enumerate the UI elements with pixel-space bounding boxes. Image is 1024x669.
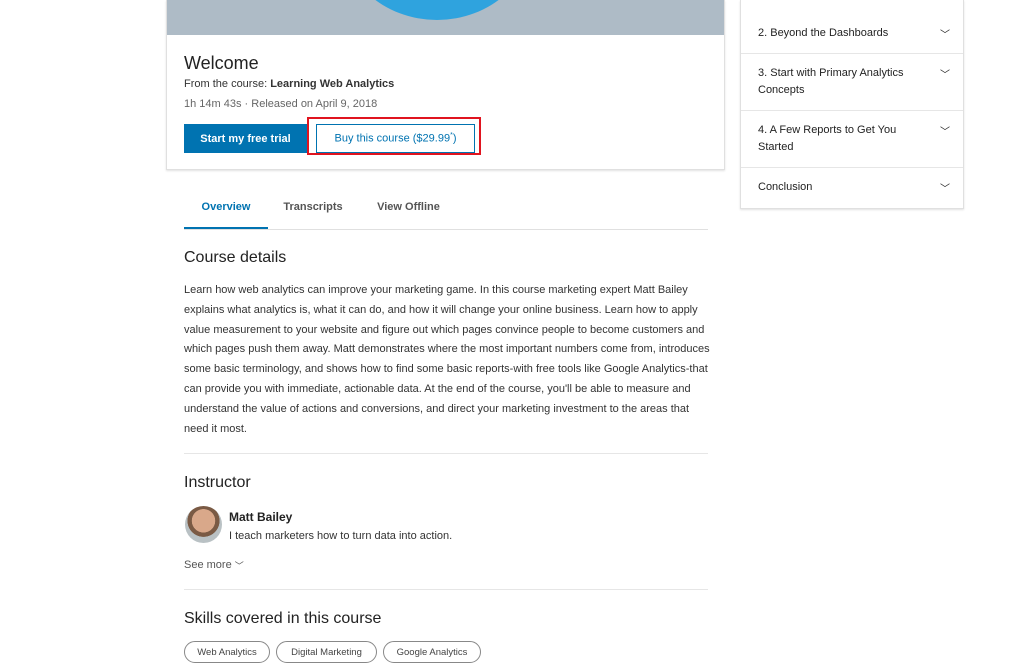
toc-chapter-4[interactable]: 4. A Few Reports to Get You Started ﹀ [741, 111, 963, 168]
chevron-down-icon: ﹀ [940, 30, 950, 41]
toc-chapter-2[interactable]: 2. Beyond the Dashboards ﹀ [741, 0, 963, 54]
toc-chapter-label: 3. Start with Primary Analytics Concepts [758, 67, 904, 96]
chevron-down-icon: ﹀ [940, 70, 950, 81]
video-meta: 1h 14m 43s · Released on April 9, 2018 [184, 98, 377, 110]
course-description: Learn how web analytics can improve your… [184, 284, 710, 435]
toc-chapter-3[interactable]: 3. Start with Primary Analytics Concepts… [741, 54, 963, 111]
video-title: Welcome [184, 53, 259, 73]
chevron-down-icon: ﹀ [940, 127, 950, 138]
chevron-down-icon: ﹀ [234, 561, 244, 571]
tab-overview[interactable]: Overview [184, 186, 268, 229]
thumbnail-graphic [339, 0, 535, 20]
toc-chapter-label: Conclusion [758, 181, 813, 193]
skill-tag[interactable]: Digital Marketing [276, 641, 377, 663]
course-prefix: From the course: [184, 78, 271, 90]
instructor-bio: I teach marketers how to turn data into … [229, 530, 453, 542]
skills-heading: Skills covered in this course [184, 610, 382, 627]
course-source: From the course: Learning Web Analytics [184, 78, 394, 90]
see-more-link[interactable]: See more ﹀ [184, 558, 244, 571]
chevron-down-icon: ﹀ [940, 184, 950, 195]
tab-transcripts[interactable]: Transcripts [276, 186, 350, 228]
toc-chapter-label: 4. A Few Reports to Get You Started [758, 124, 897, 153]
toc-chapter-label: 2. Beyond the Dashboards [758, 27, 889, 39]
meta-separator: · [244, 98, 249, 110]
start-free-trial-button[interactable]: Start my free trial [184, 124, 307, 153]
content-tabs: Overview Transcripts View Offline [184, 186, 708, 230]
skill-tag[interactable]: Google Analytics [383, 641, 481, 663]
course-name[interactable]: Learning Web Analytics [270, 78, 394, 90]
section-divider [184, 589, 708, 590]
video-thumbnail[interactable] [167, 0, 724, 35]
section-divider [184, 453, 708, 454]
see-more-label: See more [184, 559, 232, 571]
instructor-name[interactable]: Matt Bailey [229, 510, 292, 524]
tab-view-offline[interactable]: View Offline [364, 186, 453, 228]
instructor-avatar[interactable] [185, 506, 222, 543]
course-details-heading: Course details [184, 249, 287, 266]
toc-conclusion[interactable]: Conclusion ﹀ [741, 168, 963, 208]
instructor-heading: Instructor [184, 474, 251, 491]
highlight-annotation [307, 117, 481, 155]
release-date: Released on April 9, 2018 [251, 98, 378, 110]
course-contents-panel: 2. Beyond the Dashboards ﹀ 3. Start with… [740, 0, 964, 209]
skill-tag[interactable]: Web Analytics [184, 641, 270, 663]
video-duration: 1h 14m 43s [184, 98, 242, 110]
